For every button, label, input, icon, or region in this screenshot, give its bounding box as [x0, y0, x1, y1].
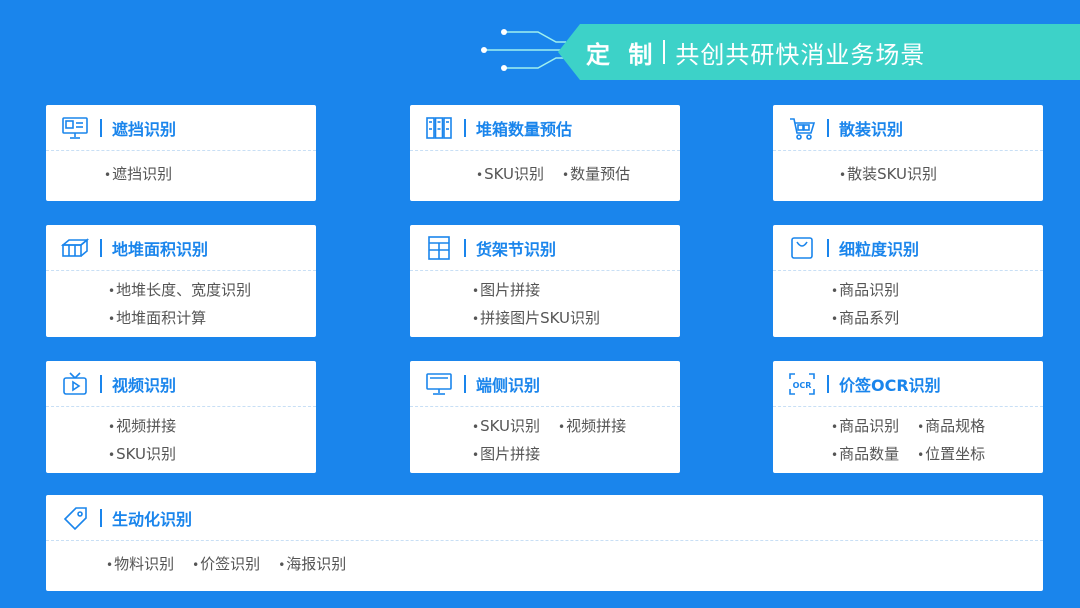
price-tag-icon	[60, 504, 90, 532]
card-video: 视频识别 视频拼接 SKU识别	[46, 361, 316, 473]
list-item: 商品识别	[831, 279, 899, 300]
list-item: 数量预估	[562, 163, 630, 184]
card-title: 视频识别	[112, 375, 177, 395]
list-item: SKU识别	[472, 415, 540, 436]
desktop-icon	[424, 370, 454, 398]
page-title: 定 制	[586, 40, 658, 69]
card-bulk: 散装识别 散装SKU识别	[773, 105, 1043, 201]
list-item: 位置坐标	[917, 443, 985, 464]
card-title: 堆箱数量预估	[476, 119, 573, 139]
ocr-icon: OCR	[787, 370, 817, 398]
card-price-ocr: OCR 价签OCR识别 商品识别 商品规格 商品数量 位置坐标	[773, 361, 1043, 473]
card-title: 细粒度识别	[839, 239, 920, 259]
list-item: 散装SKU识别	[839, 163, 937, 184]
list-item: 商品识别	[831, 415, 899, 436]
list-item: 图片拼接	[472, 443, 540, 464]
card-title: 散装识别	[839, 119, 904, 139]
card-edge: 端侧识别 SKU识别 视频拼接 图片拼接	[410, 361, 680, 473]
card-box-count: 堆箱数量预估 SKU识别 数量预估	[410, 105, 680, 201]
card-title: 遮挡识别	[112, 119, 177, 139]
list-item: 价签识别	[192, 553, 260, 574]
card-occlusion: 遮挡识别 遮挡识别	[46, 105, 316, 201]
card-title: 货架节识别	[476, 239, 557, 259]
list-item: SKU识别	[108, 443, 176, 464]
card-title: 端侧识别	[476, 375, 541, 395]
shopping-cart-icon	[787, 114, 817, 142]
list-item: 商品规格	[917, 415, 985, 436]
card-title: 地堆面积识别	[112, 239, 209, 259]
card-fine-grained: 细粒度识别 商品识别 商品系列	[773, 225, 1043, 337]
list-item: SKU识别	[476, 163, 544, 184]
list-item: 海报识别	[278, 553, 346, 574]
tv-play-icon	[60, 370, 90, 398]
list-item: 拼接图片SKU识别	[472, 307, 600, 328]
monitor-display-icon	[60, 114, 90, 142]
card-title: 生动化识别	[112, 509, 193, 529]
list-item: 物料识别	[106, 553, 174, 574]
box-stack-icon	[60, 234, 90, 262]
card-shelf-section: 货架节识别 图片拼接 拼接图片SKU识别	[410, 225, 680, 337]
card-floor-area: 地堆面积识别 地堆长度、宽度识别 地堆面积计算	[46, 225, 316, 337]
card-title: 价签OCR识别	[839, 375, 941, 395]
page-subtitle: 共创共研快消业务场景	[675, 40, 926, 69]
list-item: 商品数量	[831, 443, 899, 464]
circuit-decoration-icon	[481, 29, 566, 71]
list-item: 遮挡识别	[104, 163, 172, 184]
card-vividness: 生动化识别 物料识别 价签识别 海报识别	[46, 495, 1043, 591]
list-item: 视频拼接	[558, 415, 626, 436]
svg-text:OCR: OCR	[793, 381, 812, 390]
shelf-boxes-icon	[424, 114, 454, 142]
list-item: 图片拼接	[472, 279, 540, 300]
title-banner: 定 制 共创共研快消业务场景	[558, 24, 1080, 80]
shelf-icon	[424, 234, 454, 262]
shopping-bag-icon	[787, 234, 817, 262]
list-item: 地堆面积计算	[108, 307, 206, 328]
list-item: 地堆长度、宽度识别	[108, 279, 251, 300]
title-divider	[663, 40, 666, 64]
list-item: 商品系列	[831, 307, 899, 328]
list-item: 视频拼接	[108, 415, 176, 436]
